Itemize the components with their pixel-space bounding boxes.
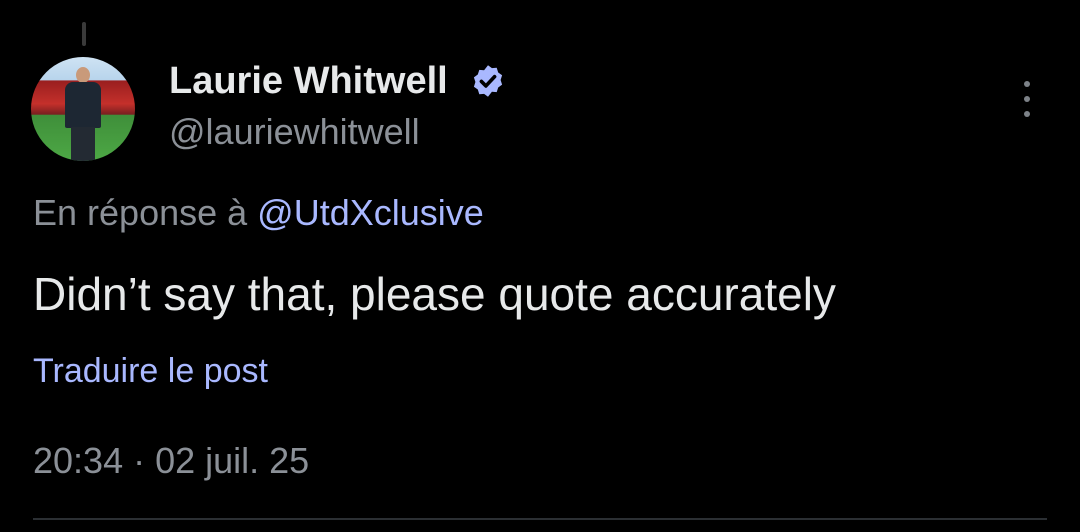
avatar-person-legs [71, 127, 95, 161]
more-dot [1024, 96, 1030, 102]
reply-context: En réponse à @UtdXclusive [33, 191, 484, 235]
reply-mention-link[interactable]: @UtdXclusive [257, 192, 484, 233]
translate-post-link[interactable]: Traduire le post [33, 350, 268, 392]
post-timestamp[interactable]: 20:34 · 02 juil. 25 [33, 439, 309, 483]
author-display-name[interactable]: Laurie Whitwell [169, 58, 448, 104]
avatar-person-head [76, 67, 90, 83]
verified-badge-icon [473, 65, 503, 97]
more-dot [1024, 111, 1030, 117]
author-handle[interactable]: @lauriewhitwell [169, 110, 420, 154]
divider [33, 518, 1047, 520]
avatar-person-body [65, 82, 101, 128]
reply-prefix: En réponse à [33, 192, 258, 233]
avatar[interactable] [31, 57, 135, 161]
more-options-icon[interactable] [1014, 79, 1040, 119]
thread-connector-line [82, 22, 86, 46]
more-dot [1024, 81, 1030, 87]
post-text: Didn’t say that, please quote accurately [33, 268, 836, 320]
